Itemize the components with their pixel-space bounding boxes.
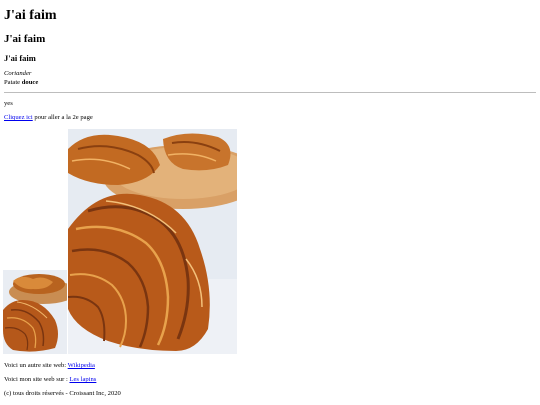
wikipedia-link[interactable]: Wikipedia: [68, 362, 95, 369]
other-site-paragraph: Voici un autre site web: Wikipedia: [4, 362, 95, 369]
address-block: Coriander Patate douce: [4, 70, 38, 87]
minor-heading: J'ai faim: [4, 53, 36, 63]
status-text: yes: [4, 100, 13, 107]
rabbits-link[interactable]: Les lapins: [69, 376, 96, 383]
my-site-paragraph: Voici mon site web sur : Les lapins: [4, 376, 96, 383]
sub-heading: J'ai faim: [4, 33, 46, 45]
croissant-large-illustration: [68, 129, 237, 354]
footer-copyright: (c) tous droits réservés - Croissant Inc…: [4, 390, 121, 397]
second-page-link[interactable]: Cliquez ici: [4, 114, 33, 121]
main-heading: J'ai faim: [4, 8, 57, 23]
page-link-suffix: pour aller a la 2e page: [32, 114, 93, 121]
address-plain-text: Patate: [4, 78, 22, 86]
address-bold-text: douce: [21, 78, 39, 86]
croissant-image-small[interactable]: [3, 270, 67, 354]
my-site-prefix: Voici mon site web sur :: [4, 376, 70, 383]
page-link-paragraph: Cliquez ici pour aller a la 2e page: [4, 114, 93, 121]
address-italic-line: Coriander: [4, 70, 32, 77]
other-site-prefix: Voici un autre site web:: [4, 362, 68, 369]
horizontal-divider: [4, 92, 536, 93]
croissant-image-large[interactable]: [68, 129, 237, 354]
croissant-small-illustration: [3, 270, 67, 354]
